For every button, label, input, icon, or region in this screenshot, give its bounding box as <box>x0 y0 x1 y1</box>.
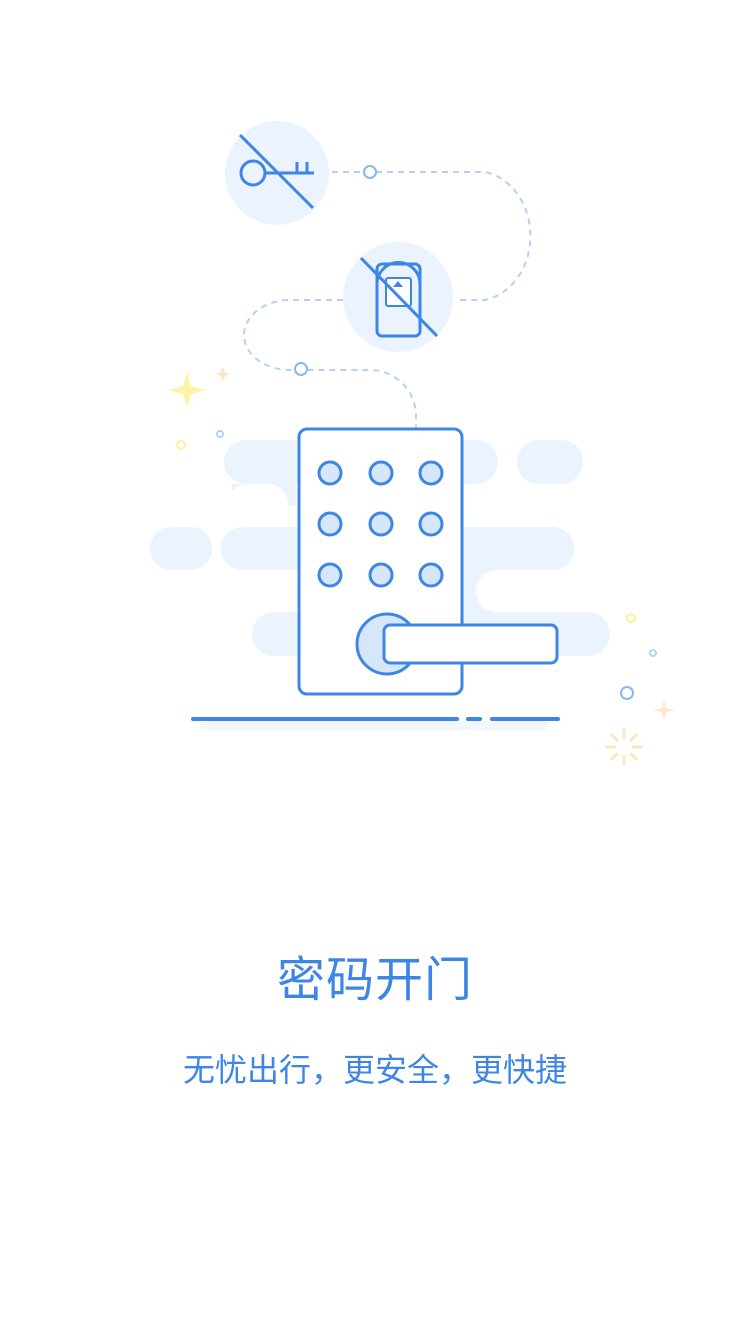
page-title: 密码开门 <box>276 952 473 1008</box>
sparkles-left <box>169 367 230 450</box>
sparkles-right <box>605 613 675 766</box>
page-subtitle: 无忧出行，更安全，更快捷 <box>182 1051 567 1089</box>
password-lock-illustration <box>150 121 675 766</box>
door-handle-lever <box>382 623 559 665</box>
path-node <box>363 165 377 179</box>
floor-line <box>191 717 560 730</box>
key-crossed-icon <box>225 121 329 225</box>
card-crossed-icon <box>343 242 453 352</box>
path-node <box>294 362 308 376</box>
keypad-buttons <box>317 460 444 588</box>
